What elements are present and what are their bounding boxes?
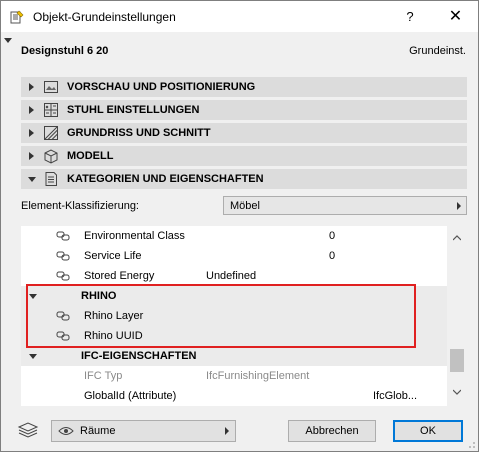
list-item[interactable]: Service Life 0 — [21, 246, 447, 266]
layer-select[interactable]: Räume — [51, 420, 236, 442]
property-value[interactable]: 0 — [329, 230, 335, 242]
object-name: Designstuhl 6 20 — [21, 45, 109, 57]
panel-label: GRUNDRISS UND SCHNITT — [67, 127, 211, 139]
property-name: IFC Typ — [84, 370, 123, 382]
panel-label: STUHL EINSTELLUNGEN — [67, 104, 200, 116]
property-name: Environmental Class — [84, 230, 185, 242]
panel-label: VORSCHAU UND POSITIONIERUNG — [67, 81, 256, 93]
link-icon — [56, 251, 70, 261]
list-item[interactable]: GlobalId (Attribute) IfcGlob... — [21, 386, 447, 406]
list-item[interactable]: Stored Energy Undefined — [21, 266, 447, 286]
chevron-right-icon — [225, 427, 229, 435]
panel-preview[interactable]: VORSCHAU UND POSITIONIERUNG — [21, 77, 467, 97]
property-value[interactable]: IfcGlob... — [373, 390, 417, 402]
property-value: IfcFurnishingElement — [206, 370, 310, 382]
layer-value: Räume — [80, 425, 116, 437]
collapse-all-icon[interactable] — [4, 38, 12, 43]
eye-icon — [58, 427, 74, 435]
panel-label: KATEGORIEN UND EIGENSCHAFTEN — [67, 173, 264, 185]
scroll-thumb[interactable] — [450, 349, 464, 372]
classification-label: Element-Klassifizierung: — [21, 200, 139, 212]
property-name: Service Life — [84, 250, 142, 262]
window-title: Objekt-Grundeinstellungen — [33, 10, 176, 24]
list-item[interactable]: IFC Typ IfcFurnishingElement — [21, 366, 447, 386]
help-button[interactable]: ? — [393, 1, 427, 32]
collapse-arrow-icon — [28, 177, 36, 182]
property-name: GlobalId (Attribute) — [84, 390, 177, 402]
expand-arrow-icon — [29, 129, 34, 137]
title-bar[interactable]: Objekt-Grundeinstellungen ? ✕ — [1, 1, 478, 32]
expand-arrow-icon — [29, 83, 34, 91]
object-category: Grundeinst. — [409, 45, 466, 57]
panel-model[interactable]: MODELL — [21, 146, 467, 166]
app-icon — [10, 10, 24, 24]
scroll-down-icon[interactable] — [453, 389, 461, 395]
chevron-right-icon — [457, 202, 461, 210]
link-icon — [56, 271, 70, 281]
group-row-ifc[interactable]: IFC-EIGENSCHAFTEN — [21, 346, 447, 366]
panel-label: MODELL — [67, 150, 114, 162]
cancel-button[interactable]: Abbrechen — [288, 420, 376, 442]
expand-arrow-icon — [29, 106, 34, 114]
highlight-annotation — [26, 284, 416, 348]
settings-grid-icon — [44, 103, 58, 117]
link-icon — [56, 231, 70, 241]
vertical-scrollbar[interactable] — [447, 226, 467, 406]
panel-floorplan[interactable]: GRUNDRISS UND SCHNITT — [21, 123, 467, 143]
classification-select[interactable]: Möbel — [223, 196, 467, 215]
cube-icon — [44, 149, 58, 164]
resize-grip-icon[interactable] — [466, 439, 476, 449]
classification-value: Möbel — [230, 200, 260, 212]
close-button[interactable]: ✕ — [433, 1, 478, 32]
list-item[interactable]: Environmental Class 0 — [21, 226, 447, 246]
document-icon — [45, 172, 57, 186]
expand-arrow-icon — [29, 152, 34, 160]
preview-icon — [44, 81, 58, 93]
property-value[interactable]: 0 — [329, 250, 335, 262]
group-name: IFC-EIGENSCHAFTEN — [81, 350, 197, 362]
scroll-up-icon[interactable] — [453, 235, 461, 241]
property-value[interactable]: Undefined — [206, 270, 256, 282]
layers-icon — [17, 422, 39, 438]
collapse-arrow-icon[interactable] — [29, 354, 37, 359]
panel-categories[interactable]: KATEGORIEN UND EIGENSCHAFTEN — [21, 169, 467, 189]
panel-chair-settings[interactable]: STUHL EINSTELLUNGEN — [21, 100, 467, 120]
property-name: Stored Energy — [84, 270, 155, 282]
ok-button[interactable]: OK — [393, 420, 463, 442]
dialog-window: Objekt-Grundeinstellungen ? ✕ Designstuh… — [0, 0, 479, 452]
floorplan-icon — [44, 126, 58, 140]
